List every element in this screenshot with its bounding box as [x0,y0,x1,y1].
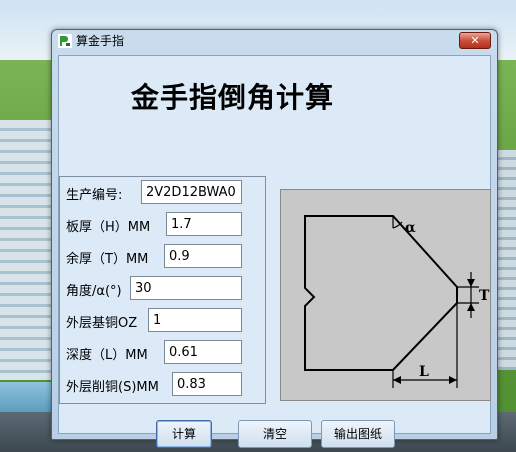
depth-input[interactable] [164,340,242,364]
l-arrow-right [449,376,457,384]
production-no-input[interactable] [141,180,242,204]
bevel-diagram: α T L [280,189,491,401]
label-angle: 角度/α(°) [66,284,122,299]
label-base-copper: 外层基铜OZ [66,316,138,331]
close-button[interactable]: ✕ [459,32,491,49]
row-angle: 角度/α(°) [60,276,267,300]
row-base-copper: 外层基铜OZ [60,308,267,332]
row-board-thickness: 板厚（H）MM [60,212,267,236]
board-outline [304,215,458,371]
board-thickness-input[interactable] [166,212,242,236]
label-board-thickness: 板厚（H）MM [66,220,151,235]
client-area: 金手指倒角计算 生产编号: 板厚（H）MM 余厚（T）MM 角度/α(°) 外层… [58,55,491,448]
row-remaining-thickness: 余厚（T）MM [60,244,267,268]
l-label: L [419,364,429,380]
base-copper-input[interactable] [148,308,242,332]
label-production-no: 生产编号: [66,188,123,203]
bevel-diagram-drawing: α T L [304,215,490,388]
input-form: 生产编号: 板厚（H）MM 余厚（T）MM 角度/α(°) 外层基铜OZ 深度（… [59,176,266,404]
desktop-building-left [0,120,52,380]
row-depth: 深度（L）MM [60,340,267,364]
l-arrow-left [393,376,401,384]
alpha-label: α [405,220,416,236]
t-label: T [479,288,490,304]
title-bar[interactable]: 算金手指 ✕ [52,30,497,52]
copper-removal-input[interactable] [172,372,242,396]
row-production-no: 生产编号: [60,180,267,204]
label-depth: 深度（L）MM [66,348,148,363]
remaining-thickness-input[interactable] [164,244,242,268]
page-title: 金手指倒角计算 [131,81,335,114]
t-arrow-bottom [467,303,475,311]
label-remaining-thickness: 余厚（T）MM [66,252,149,267]
app-icon [58,34,72,48]
export-drawing-button[interactable]: 输出图纸 [321,420,395,448]
label-copper-removal: 外层削铜(S)MM [66,380,159,395]
clear-button[interactable]: 清空 [238,420,312,448]
angle-input[interactable] [130,276,242,300]
calculate-button[interactable]: 计算 [156,420,212,448]
close-icon: ✕ [470,34,480,47]
t-arrow-top [467,279,475,287]
app-window: 算金手指 ✕ 金手指倒角计算 生产编号: 板厚（H）MM 余厚（T）MM 角度/… [51,29,498,448]
row-copper-removal: 外层削铜(S)MM [60,372,267,396]
window-title: 算金手指 [76,34,125,48]
